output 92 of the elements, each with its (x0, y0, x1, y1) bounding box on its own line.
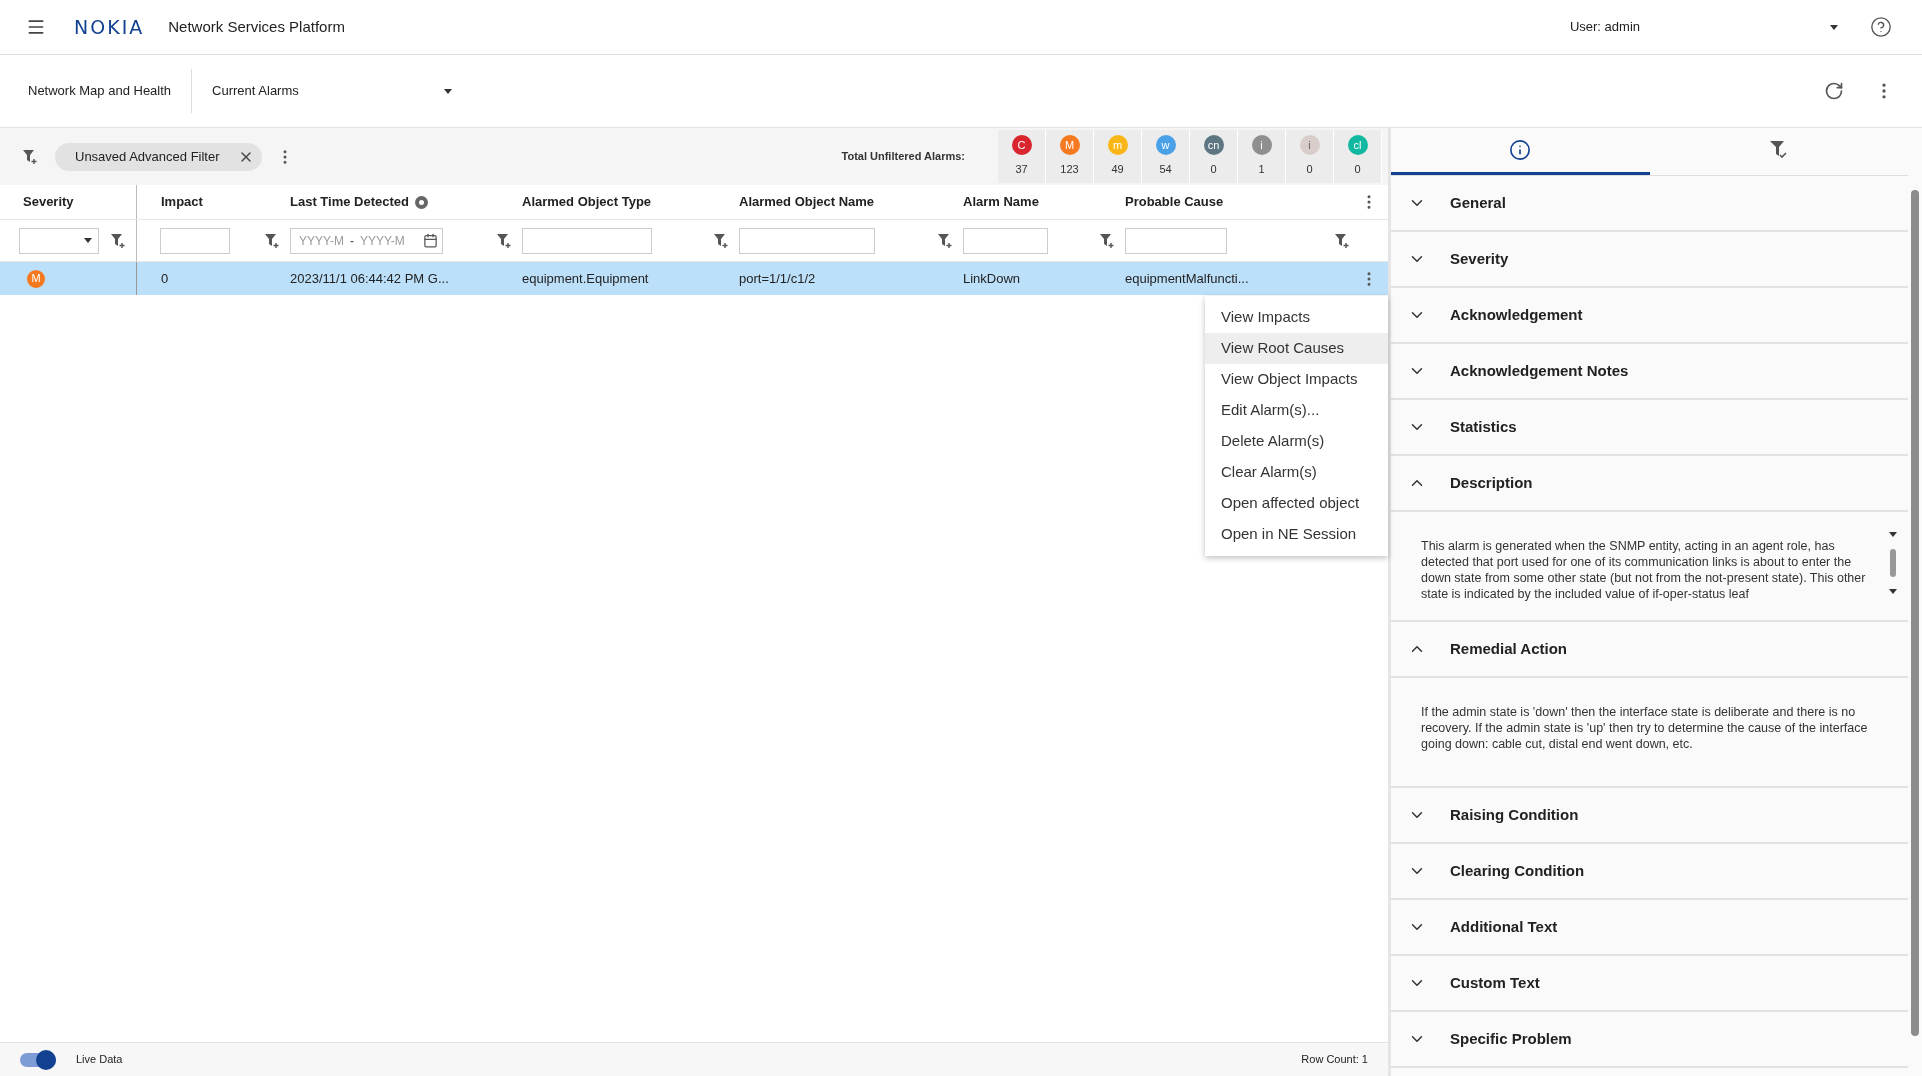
alarm-count: 0 (1306, 162, 1313, 178)
section-header[interactable]: Specific Problem (1391, 1012, 1908, 1068)
filter-icon[interactable] (713, 232, 729, 249)
section-text: If the admin state is 'down' then the interface state is deliberate and there is no recovery. If the admin state is 'up' then try to determine the cause of the interface going down: cable cut, distal end went down, etc. (1421, 704, 1869, 753)
alarm-count: 0 (1210, 162, 1217, 178)
section-header[interactable]: Custom Text (1391, 956, 1908, 1012)
alarm-count: 0 (1354, 162, 1361, 178)
alarm-counter[interactable]: w 54 (1142, 130, 1190, 183)
menu-item[interactable]: Open affected object (1205, 488, 1388, 519)
date-to: YYYY-M (359, 232, 405, 250)
column-header[interactable]: Impact (161, 192, 203, 212)
column-header[interactable]: Probable Cause (1125, 192, 1224, 212)
live-data-toggle[interactable] (20, 1052, 56, 1067)
column-header[interactable]: Severity (23, 192, 74, 212)
section-header[interactable]: Remedial Action (1391, 622, 1908, 678)
section-header[interactable]: Statistics (1391, 400, 1908, 456)
caret-icon (84, 238, 92, 243)
alarm-counter[interactable]: cn 0 (1190, 130, 1238, 183)
menu-item[interactable]: Clear Alarm(s) (1205, 457, 1388, 488)
alarm-counter[interactable]: C 37 (998, 130, 1046, 183)
user-menu[interactable]: User: admin (1569, 17, 1838, 37)
menu-icon[interactable] (26, 17, 46, 37)
date-range-field[interactable]: YYYY-M - YYYY-M (290, 227, 443, 254)
filter-check-icon (1768, 140, 1789, 160)
date-from: YYYY-M (299, 232, 344, 250)
filter-field[interactable] (963, 227, 1048, 254)
menu-item[interactable]: View Root Causes (1205, 333, 1388, 364)
alarm-counter[interactable]: cl 0 (1334, 130, 1382, 183)
filter-chip[interactable]: Unsaved Advanced Filter (55, 142, 262, 171)
filter-icon[interactable] (1334, 232, 1350, 249)
column-header[interactable]: Alarmed Object Name (739, 192, 875, 212)
calendar-icon[interactable] (423, 233, 438, 248)
filter-icon[interactable] (264, 232, 280, 249)
section-header[interactable]: Severity (1391, 232, 1908, 288)
table-cell-text: equipmentMalfuncti... (1125, 269, 1249, 288)
section-header[interactable]: Additional Text (1391, 900, 1908, 956)
filter-chip-label: Unsaved Advanced Filter (75, 147, 220, 166)
table-cell-text: LinkDown (963, 269, 1021, 288)
help-icon[interactable] (1870, 16, 1892, 38)
filter-field[interactable] (1125, 227, 1227, 254)
table-cell-text: port=1/1/c1/2 (739, 269, 816, 288)
alarm-counter[interactable]: i 1 (1238, 130, 1286, 183)
alarm-count: 1 (1258, 162, 1265, 178)
live-data-label: Live Data (76, 1052, 123, 1068)
parent-view-link[interactable]: Network Map and Health (28, 81, 172, 101)
refresh-icon[interactable] (1824, 81, 1844, 101)
filter-icon[interactable] (496, 232, 512, 249)
table-cell-text: 2023/11/1 06:44:42 PM G... (290, 269, 449, 288)
column-header[interactable]: Last Time Detected (290, 192, 409, 212)
section-header[interactable]: Acknowledgement Notes (1391, 344, 1908, 400)
column-header[interactable]: Alarmed Object Type (522, 192, 652, 212)
filter-icon[interactable] (110, 232, 126, 249)
table-row[interactable]: M 0 2023/11/1 06:44:42 PM G... equipment.Equipment port=1/1/c1/2 LinkDown equipmentMalfuncti... (0, 262, 1388, 295)
filter-field[interactable] (160, 227, 230, 254)
total-alarms-label: Total Unfiltered Alarms: (841, 149, 965, 165)
alarm-counter[interactable]: M 123 (1046, 130, 1094, 183)
menu-item[interactable]: Open in NE Session (1205, 519, 1388, 550)
filter-icon[interactable] (937, 232, 953, 249)
menu-item[interactable]: Edit Alarm(s)... (1205, 395, 1388, 426)
menu-item[interactable]: View Impacts (1205, 302, 1388, 333)
filter-icon[interactable] (1099, 232, 1115, 249)
filter-field[interactable] (522, 227, 652, 254)
section-header[interactable]: General (1391, 176, 1908, 232)
menu-item[interactable]: View Object Impacts (1205, 364, 1388, 395)
scrollbar[interactable] (1888, 532, 1898, 594)
menu-item[interactable]: Delete Alarm(s) (1205, 426, 1388, 457)
column-header[interactable]: Alarm Name (963, 192, 1039, 212)
table-cell-text: 0 (161, 269, 169, 288)
date-separator: - (349, 232, 354, 250)
alarm-counter[interactable]: i 0 (1286, 130, 1334, 183)
section-header[interactable]: Raising Condition (1391, 788, 1908, 844)
info-icon (1509, 139, 1532, 161)
scroll-down-icon (1889, 589, 1897, 594)
alarm-count: 37 (1015, 162, 1028, 178)
section-text: This alarm is generated when the SNMP entity, acting in an agent role, has detected that port used for one of its communication links is about to enter the down state from some other state (but not from the not-present state). This other state is indicated by the included value of if-oper-status leaf (1421, 538, 1867, 603)
alarm-count: 123 (1060, 162, 1079, 178)
table-cell-text: equipment.Equipment (522, 269, 649, 288)
filter-icon[interactable] (22, 148, 38, 165)
sort-icon[interactable] (414, 195, 428, 209)
view-select[interactable]: Current Alarms (212, 81, 453, 101)
logo: NOKIA (74, 14, 145, 40)
alarm-count: 49 (1111, 162, 1124, 178)
section-header[interactable]: Description (1391, 456, 1908, 512)
alarm-counter[interactable]: m 49 (1094, 130, 1142, 183)
row-count: Row Count: 1 (1301, 1052, 1368, 1068)
app-title: Network Services Platform (168, 16, 345, 37)
section-header[interactable]: Acknowledgement (1391, 288, 1908, 344)
caret-icon (444, 88, 453, 94)
alarm-count: 54 (1159, 162, 1172, 178)
filter-field[interactable] (739, 227, 875, 254)
section-header[interactable]: Clearing Condition (1391, 844, 1908, 900)
caret-icon (1830, 24, 1838, 30)
